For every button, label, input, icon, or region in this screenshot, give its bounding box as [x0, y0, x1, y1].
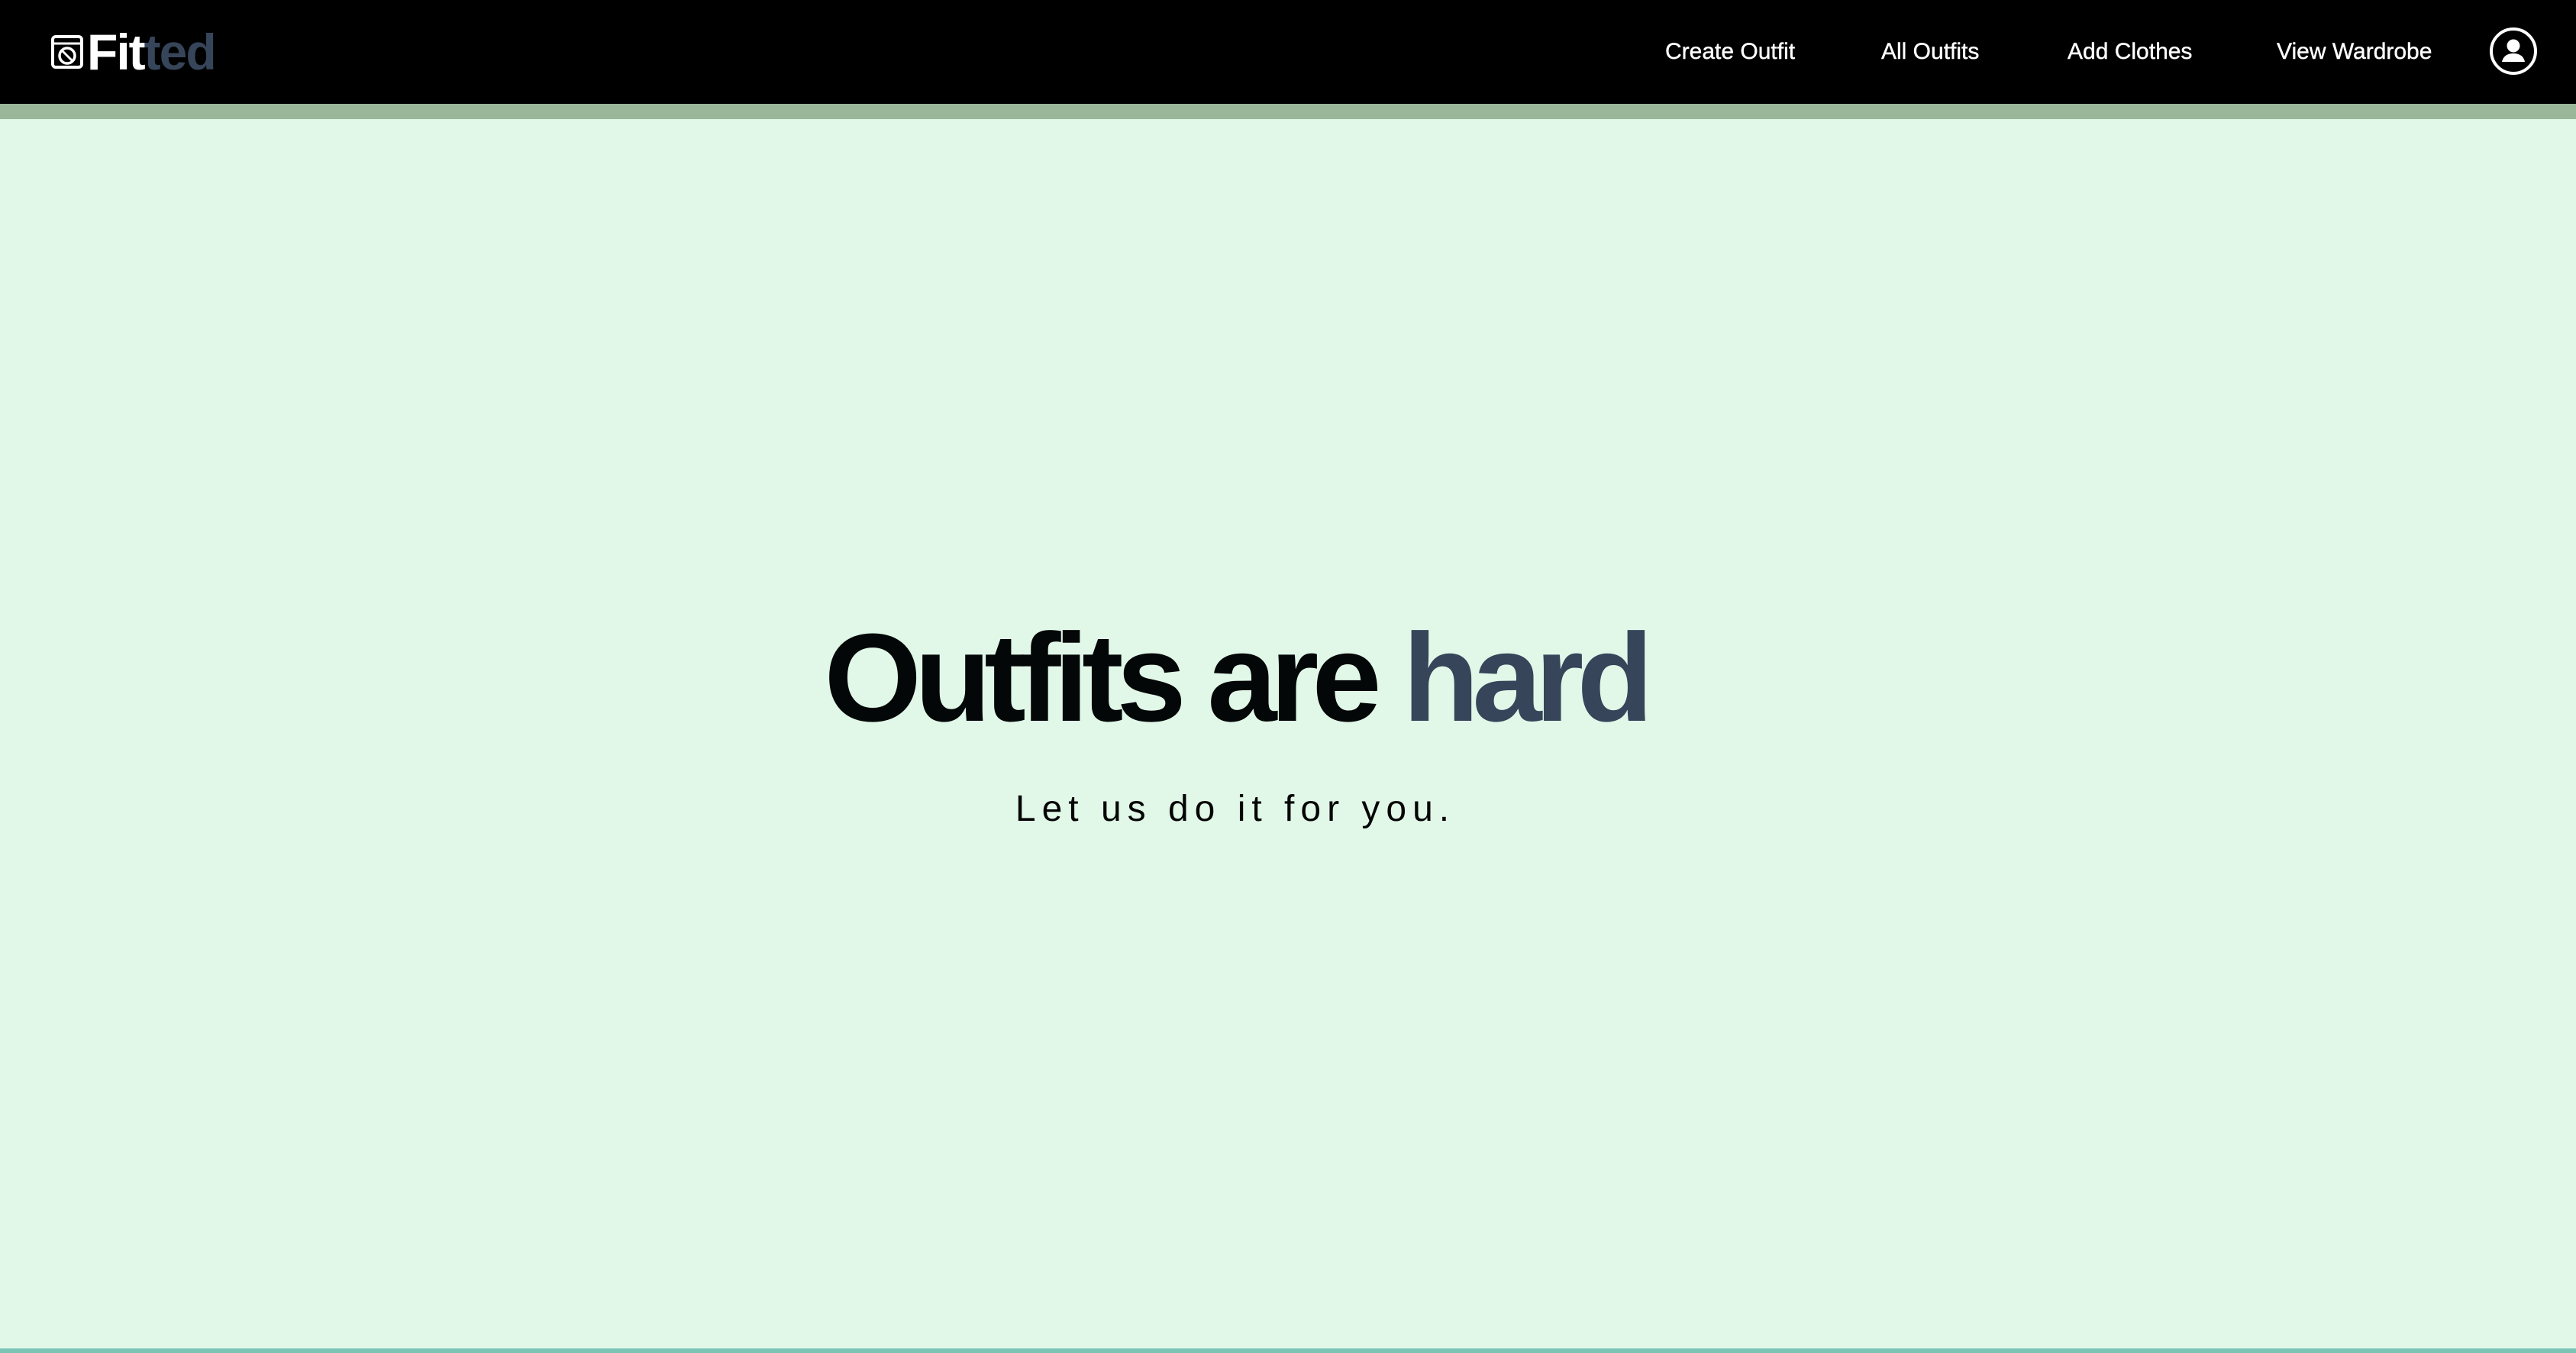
hero-title-main: Outfits are	[824, 608, 1381, 748]
hero-title-accent: hard	[1403, 608, 1653, 748]
nav-view-wardrobe[interactable]: View Wardrobe	[2277, 36, 2432, 68]
user-circle-icon[interactable]	[2489, 27, 2538, 76]
nav-links: Create Outfit All Outfits Add Clothes Vi…	[0, 0, 2576, 104]
navbar-accent-stripe	[0, 104, 2576, 119]
page: Fitted Create Outfit All Outfits Add Clo…	[0, 0, 2576, 1353]
nav-all-outfits[interactable]: All Outfits	[1881, 36, 1980, 68]
hero-section: Outfits are hard Let us do it for you.	[0, 119, 2576, 1350]
navbar: Fitted Create Outfit All Outfits Add Clo…	[0, 0, 2576, 104]
bottom-border	[0, 1348, 2576, 1353]
hero-title: Outfits are hard	[0, 615, 2471, 741]
nav-add-clothes[interactable]: Add Clothes	[2068, 36, 2193, 68]
nav-create-outfit[interactable]: Create Outfit	[1665, 36, 1795, 68]
hero-subtitle: Let us do it for you.	[1015, 789, 1456, 829]
